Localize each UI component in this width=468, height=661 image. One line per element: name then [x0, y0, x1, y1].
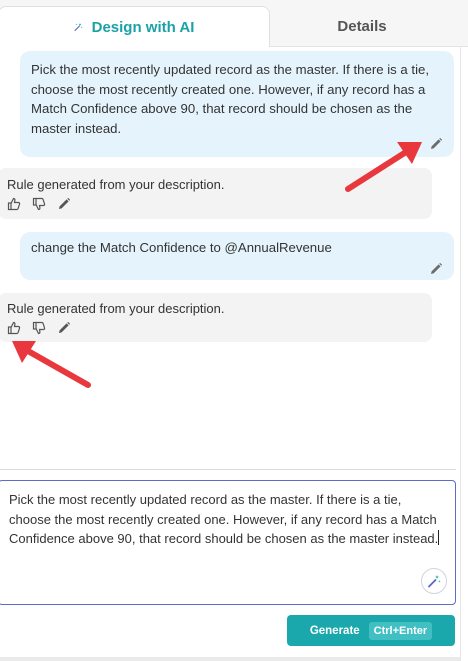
thumbs-up-icon[interactable]	[7, 321, 21, 335]
prompt-input-text[interactable]: Pick the most recently updated record as…	[9, 490, 445, 549]
panel-border	[460, 46, 461, 661]
pencil-icon[interactable]	[429, 137, 443, 151]
magic-wand-icon	[427, 574, 441, 588]
prompt-input[interactable]: Pick the most recently updated record as…	[0, 480, 456, 605]
feedback-actions	[7, 321, 71, 335]
panel-footer-border	[0, 657, 460, 661]
improve-prompt-button[interactable]	[421, 568, 447, 594]
thumbs-down-icon[interactable]	[32, 197, 46, 211]
assistant-message: Rule generated from your description.	[0, 168, 432, 219]
tab-design-with-ai-label: Design with AI	[91, 18, 195, 36]
generate-label: Generate	[309, 624, 360, 637]
text-caret	[438, 530, 440, 545]
thumbs-down-icon[interactable]	[32, 321, 46, 335]
thumbs-up-icon[interactable]	[7, 197, 21, 211]
pencil-icon[interactable]	[429, 262, 443, 276]
user-message-text: change the Match Confidence to @AnnualRe…	[31, 240, 332, 255]
pencil-icon[interactable]	[57, 321, 71, 335]
pencil-icon[interactable]	[57, 197, 71, 211]
tab-details-label: Details	[337, 17, 387, 35]
user-message: change the Match Confidence to @AnnualRe…	[20, 232, 454, 280]
chat-history[interactable]: Pick the most recently updated record as…	[0, 46, 460, 470]
user-message-text: Pick the most recently updated record as…	[31, 62, 430, 136]
assistant-message-text: Rule generated from your description.	[7, 301, 225, 316]
assistant-message: Rule generated from your description.	[0, 293, 432, 342]
assistant-message-text: Rule generated from your description.	[7, 177, 225, 192]
shortcut-badge: Ctrl+Enter	[368, 621, 433, 640]
feedback-actions	[7, 197, 71, 211]
tab-details[interactable]: Details	[268, 6, 456, 46]
magic-wand-icon	[74, 18, 92, 36]
tab-design-with-ai[interactable]: Design with AI	[0, 6, 270, 47]
composer-divider	[0, 469, 456, 470]
tab-bar: Design with AI Details	[0, 0, 468, 47]
generate-button[interactable]: Generate Ctrl+Enter	[287, 615, 455, 646]
user-message: Pick the most recently updated record as…	[20, 51, 454, 157]
